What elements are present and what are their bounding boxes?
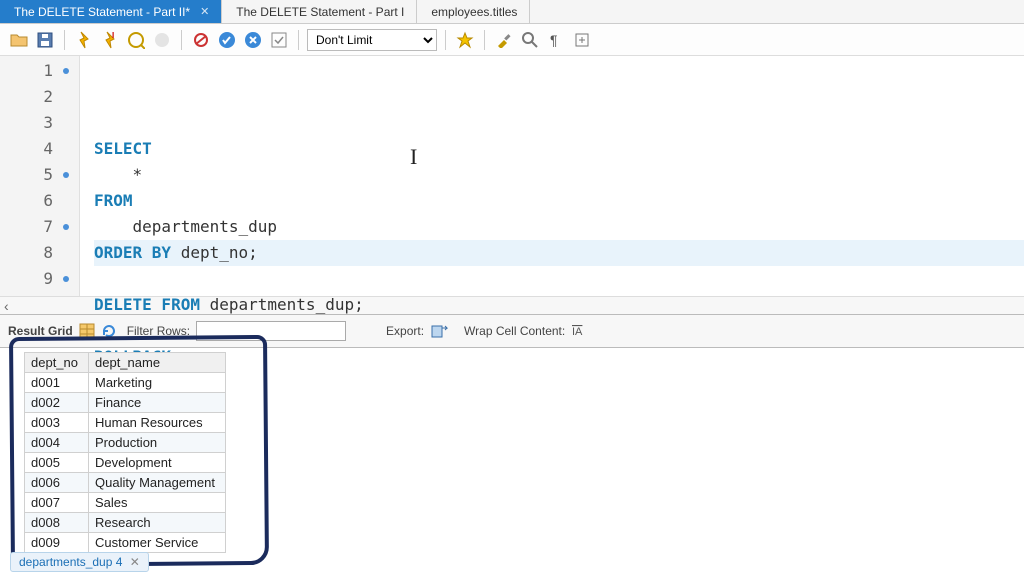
- code-line[interactable]: DELETE FROM departments_dup;: [94, 292, 1024, 318]
- save-icon[interactable]: [34, 29, 56, 51]
- table-row[interactable]: d001Marketing: [25, 373, 226, 393]
- autocommit-icon[interactable]: [268, 29, 290, 51]
- find-icon[interactable]: [519, 29, 541, 51]
- line-number: 9: [0, 266, 73, 292]
- table-cell[interactable]: d003: [25, 413, 89, 433]
- table-cell[interactable]: Customer Service: [89, 533, 226, 553]
- execute-icon[interactable]: [73, 29, 95, 51]
- tab-label: employees.titles: [431, 5, 517, 19]
- result-tab-label: departments_dup 4: [19, 555, 122, 569]
- result-grid-label: Result Grid: [8, 324, 73, 338]
- svg-text:I: I: [112, 31, 114, 40]
- result-table[interactable]: dept_nodept_name d001Marketingd002Financ…: [24, 352, 226, 553]
- table-cell[interactable]: Development: [89, 453, 226, 473]
- column-header[interactable]: dept_name: [89, 353, 226, 373]
- row-limit-select[interactable]: Don't Limit: [307, 29, 437, 51]
- tab-label: The DELETE Statement - Part II*: [14, 5, 190, 19]
- no-commit-icon[interactable]: [190, 29, 212, 51]
- stop-icon[interactable]: [151, 29, 173, 51]
- table-cell[interactable]: Research: [89, 513, 226, 533]
- table-row[interactable]: d003Human Resources: [25, 413, 226, 433]
- close-icon[interactable]: ✕: [200, 5, 209, 18]
- result-tabs: departments_dup 4 ✕: [10, 552, 149, 572]
- svg-text:¶: ¶: [550, 32, 558, 48]
- open-file-icon[interactable]: [8, 29, 30, 51]
- code-area[interactable]: I SELECT *FROM departments_dupORDER BY d…: [80, 56, 1024, 296]
- table-cell[interactable]: d001: [25, 373, 89, 393]
- table-cell[interactable]: Human Resources: [89, 413, 226, 433]
- close-icon[interactable]: ✕: [130, 555, 140, 569]
- separator: [298, 30, 299, 50]
- tab-employees-titles[interactable]: employees.titles: [417, 0, 530, 23]
- text-cursor-icon: I: [410, 144, 417, 170]
- code-line[interactable]: FROM: [94, 188, 1024, 214]
- line-number: 3: [0, 110, 73, 136]
- separator: [445, 30, 446, 50]
- brush-icon[interactable]: [493, 29, 515, 51]
- separator: [64, 30, 65, 50]
- line-gutter: 123456789: [0, 56, 80, 296]
- line-number: 8: [0, 240, 73, 266]
- table-cell[interactable]: d005: [25, 453, 89, 473]
- separator: [484, 30, 485, 50]
- table-cell[interactable]: Sales: [89, 493, 226, 513]
- table-cell[interactable]: Production: [89, 433, 226, 453]
- table-cell[interactable]: d008: [25, 513, 89, 533]
- beautify-icon[interactable]: [454, 29, 476, 51]
- tab-label: The DELETE Statement - Part I: [236, 5, 404, 19]
- table-row[interactable]: d007Sales: [25, 493, 226, 513]
- code-line[interactable]: ORDER BY dept_no;: [94, 240, 1024, 266]
- table-cell[interactable]: Marketing: [89, 373, 226, 393]
- editor-tabs: The DELETE Statement - Part II* ✕ The DE…: [0, 0, 1024, 24]
- line-number: 1: [0, 58, 73, 84]
- table-cell[interactable]: d004: [25, 433, 89, 453]
- sql-editor[interactable]: 123456789 I SELECT *FROM departments_dup…: [0, 56, 1024, 296]
- table-row[interactable]: d008Research: [25, 513, 226, 533]
- result-grid-panel: dept_nodept_name d001Marketingd002Financ…: [0, 348, 1024, 553]
- rollback-icon[interactable]: [242, 29, 264, 51]
- explain-icon[interactable]: [125, 29, 147, 51]
- grid-view-icon[interactable]: [79, 323, 95, 339]
- tab-delete-part-1[interactable]: The DELETE Statement - Part I: [222, 0, 417, 23]
- line-number: 5: [0, 162, 73, 188]
- table-cell[interactable]: Quality Management: [89, 473, 226, 493]
- code-line[interactable]: [94, 318, 1024, 344]
- commit-icon[interactable]: [216, 29, 238, 51]
- tab-delete-part-2[interactable]: The DELETE Statement - Part II* ✕: [0, 0, 222, 23]
- line-number: 4: [0, 136, 73, 162]
- line-number: 6: [0, 188, 73, 214]
- column-header[interactable]: dept_no: [25, 353, 89, 373]
- line-number: 2: [0, 84, 73, 110]
- table-row[interactable]: d002Finance: [25, 393, 226, 413]
- execute-current-icon[interactable]: I: [99, 29, 121, 51]
- table-cell[interactable]: d006: [25, 473, 89, 493]
- table-cell[interactable]: d009: [25, 533, 89, 553]
- table-cell[interactable]: Finance: [89, 393, 226, 413]
- separator: [181, 30, 182, 50]
- code-line[interactable]: SELECT: [94, 136, 1024, 162]
- code-line[interactable]: *: [94, 162, 1024, 188]
- table-row[interactable]: d005Development: [25, 453, 226, 473]
- pilcrow-icon[interactable]: ¶: [545, 29, 567, 51]
- table-row[interactable]: d004Production: [25, 433, 226, 453]
- table-row[interactable]: d006Quality Management: [25, 473, 226, 493]
- table-cell[interactable]: d002: [25, 393, 89, 413]
- code-line[interactable]: [94, 266, 1024, 292]
- expand-icon[interactable]: [571, 29, 593, 51]
- table-row[interactable]: d009Customer Service: [25, 533, 226, 553]
- table-cell[interactable]: d007: [25, 493, 89, 513]
- code-line[interactable]: departments_dup: [94, 214, 1024, 240]
- sql-toolbar: I Don't Limit ¶: [0, 24, 1024, 56]
- line-number: 7: [0, 214, 73, 240]
- result-tab-departments-dup[interactable]: departments_dup 4 ✕: [10, 552, 149, 572]
